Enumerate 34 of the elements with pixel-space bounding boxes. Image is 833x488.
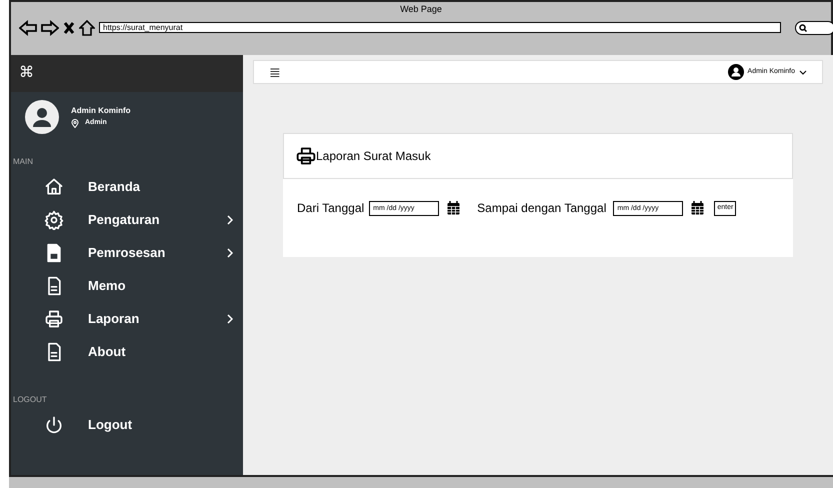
avatar-icon <box>25 100 59 134</box>
home-icon[interactable] <box>79 20 95 36</box>
sidebar-item[interactable]: Beranda <box>11 170 243 203</box>
address-field[interactable]: https://surat_menyurat <box>99 22 781 33</box>
sidebar-item[interactable]: Laporan <box>11 302 243 335</box>
window-title: Web Page <box>400 3 442 16</box>
field-label: Dari Tanggal <box>297 200 364 217</box>
sidebar-item[interactable]: Logout <box>11 408 243 441</box>
gear-icon <box>44 210 64 230</box>
section-heading: LOGOUT <box>12 394 48 406</box>
power-icon <box>44 414 64 434</box>
forward-icon[interactable] <box>41 20 59 36</box>
card-title: Laporan Surat Masuk <box>316 148 431 165</box>
field-label: Sampai dengan Tanggal <box>477 200 606 217</box>
search-field[interactable] <box>795 20 833 34</box>
section-heading: MAIN <box>12 156 34 168</box>
chevron-down-icon <box>799 70 807 74</box>
calendar-icon[interactable] <box>447 201 460 215</box>
sidebar-item[interactable]: Memo <box>11 269 243 302</box>
logo: ⌘ <box>19 63 34 84</box>
printer-icon <box>44 308 64 328</box>
user-name: Admin Kominfo <box>71 105 131 118</box>
search-icon <box>799 24 807 32</box>
sidebar-item[interactable]: Pengaturan <box>11 203 243 236</box>
home-icon <box>44 176 64 196</box>
printer-icon <box>296 146 316 166</box>
back-icon[interactable] <box>19 20 37 36</box>
location-pin-icon <box>71 119 79 128</box>
sidebar-item[interactable]: About <box>11 335 243 368</box>
close-icon[interactable] <box>63 20 75 34</box>
sidebar-item[interactable]: Pemrosesan <box>11 236 243 269</box>
menu-icon[interactable]: ≣ <box>269 62 728 82</box>
calendar-icon[interactable] <box>691 201 704 215</box>
avatar-icon <box>728 64 744 80</box>
